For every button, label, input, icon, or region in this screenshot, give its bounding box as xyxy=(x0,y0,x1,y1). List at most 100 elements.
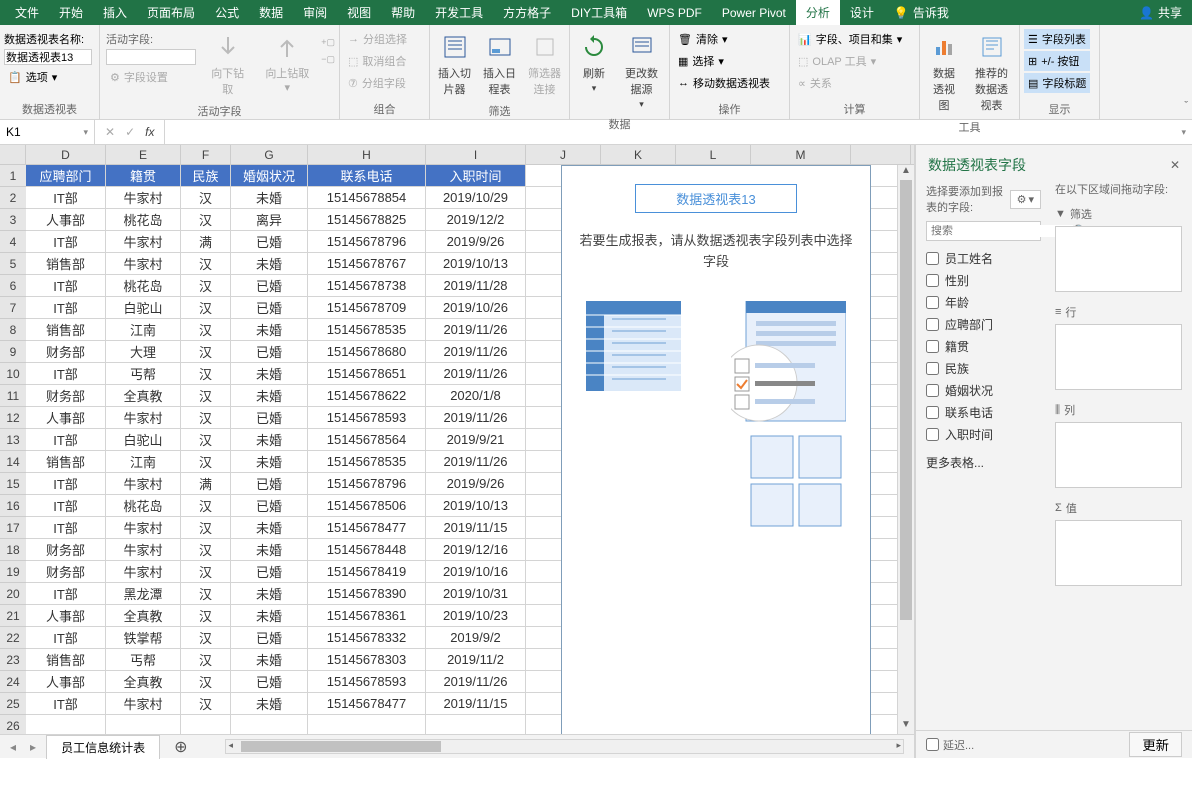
row-header[interactable]: 16 xyxy=(0,495,26,517)
cell[interactable]: 人事部 xyxy=(26,407,106,429)
select-all-corner[interactable] xyxy=(0,145,26,164)
cell[interactable]: 大理 xyxy=(106,341,181,363)
column-header[interactable]: H xyxy=(308,145,426,164)
field-checkbox[interactable] xyxy=(926,340,939,353)
cell[interactable]: 江南 xyxy=(106,319,181,341)
row-header[interactable]: 8 xyxy=(0,319,26,341)
active-field-input[interactable] xyxy=(106,49,196,65)
cell[interactable]: 汉 xyxy=(181,649,231,671)
cell[interactable]: 2019/10/26 xyxy=(426,297,526,319)
cell[interactable]: 满 xyxy=(181,231,231,253)
cell[interactable]: 桃花岛 xyxy=(106,209,181,231)
row-header[interactable]: 14 xyxy=(0,451,26,473)
select-button[interactable]: ▦选择 ▾ xyxy=(674,51,774,71)
cell[interactable]: IT部 xyxy=(26,187,106,209)
field-item[interactable]: 年龄 xyxy=(926,293,1041,312)
cell[interactable]: 2019/11/26 xyxy=(426,363,526,385)
options-button[interactable]: 📋选项 ▾ xyxy=(4,67,61,87)
cell[interactable]: 2020/1/8 xyxy=(426,385,526,407)
column-header[interactable]: M xyxy=(751,145,851,164)
cell[interactable]: 未婚 xyxy=(231,253,308,275)
scroll-up-icon[interactable]: ▲ xyxy=(898,165,914,180)
cell[interactable]: 已婚 xyxy=(231,473,308,495)
cell[interactable]: 汉 xyxy=(181,517,231,539)
column-header[interactable]: F xyxy=(181,145,231,164)
tab-powerpivot[interactable]: Power Pivot xyxy=(712,2,796,24)
cell[interactable]: 汉 xyxy=(181,253,231,275)
cell[interactable]: 2019/12/2 xyxy=(426,209,526,231)
row-header[interactable]: 13 xyxy=(0,429,26,451)
cell[interactable]: IT部 xyxy=(26,231,106,253)
fields-search[interactable]: 🔍 xyxy=(926,221,1041,241)
cell[interactable]: 婚姻状况 xyxy=(231,165,308,187)
cell[interactable]: 15145678477 xyxy=(308,517,426,539)
column-header[interactable]: E xyxy=(106,145,181,164)
cell[interactable]: 联系电话 xyxy=(308,165,426,187)
cell[interactable]: 15145678593 xyxy=(308,407,426,429)
more-tables-link[interactable]: 更多表格... xyxy=(926,454,1041,471)
cell[interactable]: 15145678593 xyxy=(308,671,426,693)
cancel-icon[interactable]: ✕ xyxy=(105,125,115,139)
row-header[interactable]: 12 xyxy=(0,407,26,429)
cell[interactable]: 15145678796 xyxy=(308,231,426,253)
field-checkbox[interactable] xyxy=(926,296,939,309)
field-checkbox[interactable] xyxy=(926,318,939,331)
horizontal-scrollbar[interactable]: ◂ ▸ xyxy=(225,739,904,754)
cell[interactable]: IT部 xyxy=(26,583,106,605)
cell[interactable]: 已婚 xyxy=(231,561,308,583)
cell[interactable]: IT部 xyxy=(26,495,106,517)
cell[interactable]: 已婚 xyxy=(231,495,308,517)
cell[interactable]: 2019/11/28 xyxy=(426,275,526,297)
cell[interactable] xyxy=(106,715,181,734)
field-checkbox[interactable] xyxy=(926,406,939,419)
cell[interactable]: 财务部 xyxy=(26,341,106,363)
cell[interactable]: 牛家村 xyxy=(106,539,181,561)
sheet-tab[interactable]: 员工信息统计表 xyxy=(46,735,160,759)
row-header[interactable]: 4 xyxy=(0,231,26,253)
row-header[interactable]: 19 xyxy=(0,561,26,583)
cell[interactable]: 财务部 xyxy=(26,539,106,561)
tab-view[interactable]: 视图 xyxy=(337,0,381,25)
tab-review[interactable]: 审阅 xyxy=(293,0,337,25)
column-header[interactable]: G xyxy=(231,145,308,164)
column-header[interactable]: D xyxy=(26,145,106,164)
cell[interactable]: 人事部 xyxy=(26,209,106,231)
row-header[interactable]: 20 xyxy=(0,583,26,605)
cell[interactable]: 桃花岛 xyxy=(106,275,181,297)
tab-ffgz[interactable]: 方方格子 xyxy=(493,0,561,25)
cell[interactable]: 15145678419 xyxy=(308,561,426,583)
cell[interactable]: 2019/11/26 xyxy=(426,451,526,473)
cell[interactable] xyxy=(308,715,426,734)
cell[interactable]: 铁掌帮 xyxy=(106,627,181,649)
name-box[interactable]: K1▾ xyxy=(0,120,95,144)
fx-button[interactable]: fx xyxy=(145,125,154,139)
clear-button[interactable]: 🗑清除 ▾ xyxy=(674,29,774,49)
cell[interactable]: 丐帮 xyxy=(106,363,181,385)
tab-data[interactable]: 数据 xyxy=(249,0,293,25)
row-header[interactable]: 26 xyxy=(0,715,26,734)
row-header[interactable]: 23 xyxy=(0,649,26,671)
cell[interactable]: 未婚 xyxy=(231,429,308,451)
field-settings-button[interactable]: ⚙字段设置 xyxy=(106,67,196,87)
recommended-button[interactable]: 推荐的数据透视表 xyxy=(968,29,1015,115)
cell[interactable]: 汉 xyxy=(181,539,231,561)
cell[interactable]: 汉 xyxy=(181,671,231,693)
cell[interactable]: 汉 xyxy=(181,209,231,231)
cell[interactable]: 汉 xyxy=(181,319,231,341)
row-header[interactable]: 9 xyxy=(0,341,26,363)
row-header[interactable]: 1 xyxy=(0,165,26,187)
cell[interactable]: 牛家村 xyxy=(106,517,181,539)
cell[interactable]: 桃花岛 xyxy=(106,495,181,517)
field-item[interactable]: 联系电话 xyxy=(926,403,1041,422)
scroll-down-icon[interactable]: ▼ xyxy=(898,719,914,734)
column-header[interactable] xyxy=(851,145,911,164)
cell[interactable]: 15145678738 xyxy=(308,275,426,297)
cell[interactable]: 2019/10/31 xyxy=(426,583,526,605)
field-item[interactable]: 性别 xyxy=(926,271,1041,290)
fields-items-button[interactable]: 📊字段、项目和集 ▾ xyxy=(794,29,906,49)
cell[interactable]: IT部 xyxy=(26,473,106,495)
column-header[interactable]: J xyxy=(526,145,601,164)
cell[interactable]: 全真教 xyxy=(106,605,181,627)
cell[interactable]: 15145678651 xyxy=(308,363,426,385)
cell[interactable]: 牛家村 xyxy=(106,693,181,715)
